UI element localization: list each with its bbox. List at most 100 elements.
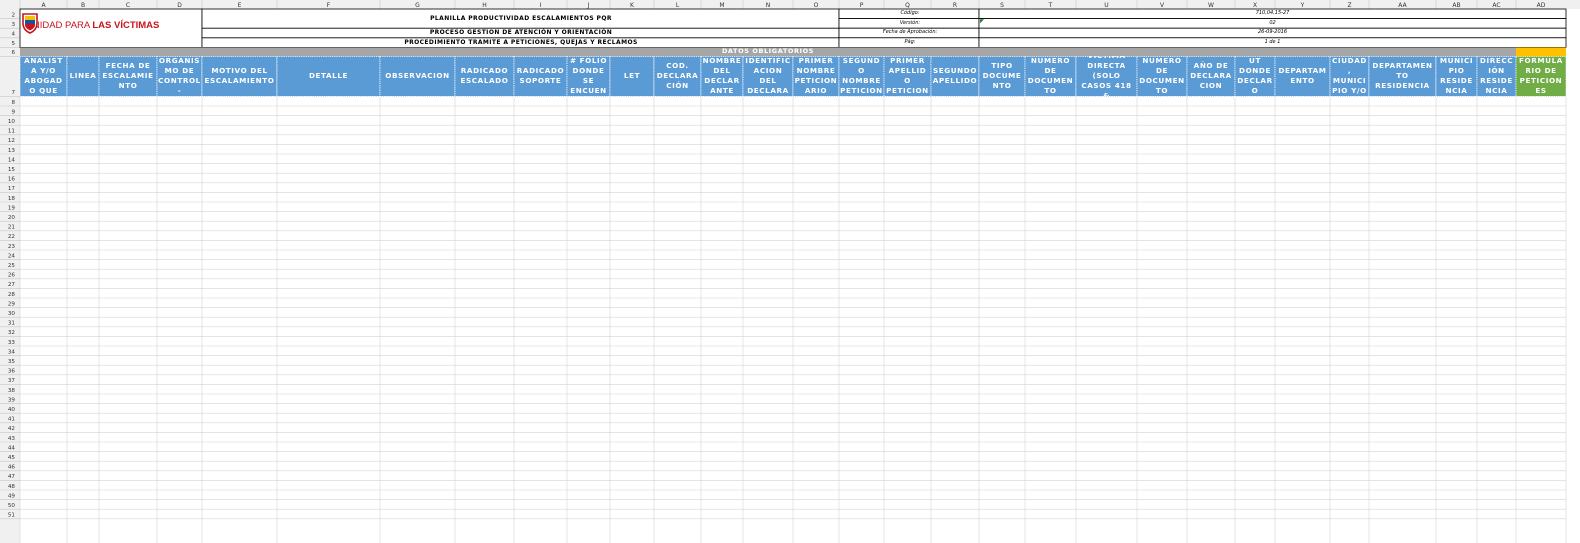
column-header[interactable]: PRIMER NOMBRE PETICION ARIO [793,56,839,96]
column-header[interactable]: LINEA [67,56,99,96]
column-header[interactable]: RADICADO SOPORTE [514,56,567,96]
column-header[interactable]: SEGUNDO APELLIDO [931,56,979,96]
procedure-title: PROCEDIMIENTO TRAMITE A PETICIONES, QUEJ… [404,38,638,46]
row-number: 25 [8,263,16,269]
column-letter-d: D [177,2,182,9]
row-number: 18 [8,196,16,202]
row-number: 32 [8,330,15,336]
row-number: 38 [8,388,16,394]
column-letter-c: C [126,2,130,9]
column-header[interactable]: FECHA DE ESCALAMIE NTO [99,56,157,96]
column-header[interactable]: MUNICI PIO RESIDE NCIA [1436,56,1477,96]
row-number: 26 [8,273,16,279]
column-header[interactable]: NOMBRE DEL DECLAR ANTE [701,56,743,96]
column-letter-r: R [953,2,957,9]
column-letter-z: Z [1347,2,1351,9]
column-letter-t: T [1048,2,1053,9]
column-header[interactable]: LET [610,56,654,96]
row-number: 28 [8,292,16,298]
column-header[interactable]: IDENTIFIC ACION DEL DECLARA [743,56,793,96]
column-letter-j: J [587,2,590,9]
column-header[interactable]: VICTIMA DIRECTA (SOLO CASOS 418 & [1076,56,1137,96]
row-number: 45 [8,455,16,461]
row-number: 15 [8,167,16,173]
row-number: 13 [8,148,16,154]
column-header[interactable]: CIUDAD , MUNICI PIO Y/O [1330,56,1369,96]
row-number-bar [0,0,20,543]
row-number: 44 [8,445,16,451]
row-number: 10 [8,119,16,125]
row-number: 16 [8,177,16,183]
column-header[interactable]: ORGANIS MO DE CONTROL - [157,56,202,96]
row-number: 47 [8,474,16,480]
process-title: PROCESO GESTION DE ATENCIÓN Y ORIENTACIÓ… [429,29,613,37]
row-number: 21 [8,225,16,231]
row-number: 51 [8,513,16,519]
row-number: 12 [8,138,15,144]
row-number: 24 [8,253,16,259]
row-number: 43 [8,436,16,442]
row-number: 3 [11,22,15,28]
page-value: 1 de 1 [1264,38,1281,45]
column-letter-m: M [719,2,724,9]
column-header[interactable]: DIRECC IÓN RESIDE NCIA [1477,56,1516,96]
row-number: 46 [8,465,16,471]
row-number: 27 [8,282,16,288]
column-letter-p: P [860,2,864,9]
column-header[interactable]: DEPARTAMEN TO RESIDENCIA [1369,56,1436,96]
row-number: 8 [11,100,15,106]
column-letter-f: F [327,2,331,9]
row-number: 22 [8,234,15,240]
column-letter-h: H [482,2,487,9]
column-letter-y: Y [1300,2,1305,9]
row-number: 5 [11,41,15,47]
column-header[interactable]: NUMERO DE DOCUMEN TO [1137,56,1187,96]
row-number: 23 [8,244,16,250]
row-number: 36 [8,369,16,375]
column-header[interactable]: DEPARTAM ENTO [1275,56,1330,96]
approval-date-label: Fecha de Aprobación: [882,29,938,36]
column-letter-b: B [81,2,85,9]
row-number: 29 [8,301,16,307]
column-header[interactable]: FORMULA RIO DE PETICION ES [1516,56,1566,96]
row-number: 31 [8,321,16,327]
version-value: 02 [1269,19,1276,26]
column-letter-w: W [1208,2,1214,9]
column-header[interactable]: OBSERVACION [380,56,455,96]
column-letter-ad: AD [1537,2,1546,9]
sheet-title: PLANILLA PRODUCTIVIDAD ESCALAMIENTOS PQR [430,15,612,22]
section-label-datos-obligatorios: DATOS OBLIGATORIOS [721,47,815,56]
column-header[interactable]: COD. DECLARA CIÓN [654,56,701,96]
column-header[interactable]: TIPO DOCUME NTO [979,56,1025,96]
row-number: 49 [8,493,16,499]
row-number: 34 [8,349,16,355]
column-header[interactable]: SEGUND O NOMBRE PETICION [839,56,884,96]
row-number: 35 [8,359,16,365]
colombia-coat-of-arms-icon [22,13,38,34]
row-number: 11 [8,129,16,135]
column-letter-e: E [238,2,242,9]
row-number: 9 [11,109,15,115]
column-header[interactable]: PRIMER APELLID O PETICION [884,56,931,96]
column-letter-g: G [415,2,420,9]
row-number: 37 [8,378,16,384]
column-header[interactable]: UT DONDE DECLAR O [1235,56,1275,96]
column-header[interactable]: MOTIVO DEL ESCALAMIENTO [202,56,277,96]
row-number: 20 [8,215,16,221]
column-header[interactable]: DETALLE [277,56,380,96]
row-number: 19 [8,205,16,211]
column-header[interactable]: RADICADO ESCALADO [455,56,514,96]
column-header[interactable]: ANALIST A Y/O ABOGAD O QUE [20,56,67,96]
column-header[interactable]: # FOLIO DONDE SE ENCUEN [567,56,610,96]
code-value: 710,04,15-27 [1255,10,1290,16]
orange-marker-cell [1516,47,1566,57]
row-number: 4 [11,32,15,38]
row-number: 41 [8,417,16,423]
row-number: 50 [8,503,16,509]
column-header[interactable]: AÑO DE DECLARA CION [1187,56,1235,96]
logo: UNIDAD PARA LAS VÍCTIMAS [20,12,159,38]
row-number: 40 [8,407,16,413]
row-number: 42 [8,426,15,432]
column-header[interactable]: NUMERO DE DOCUMEN TO [1025,56,1076,96]
column-letter-x: X [1253,2,1257,9]
